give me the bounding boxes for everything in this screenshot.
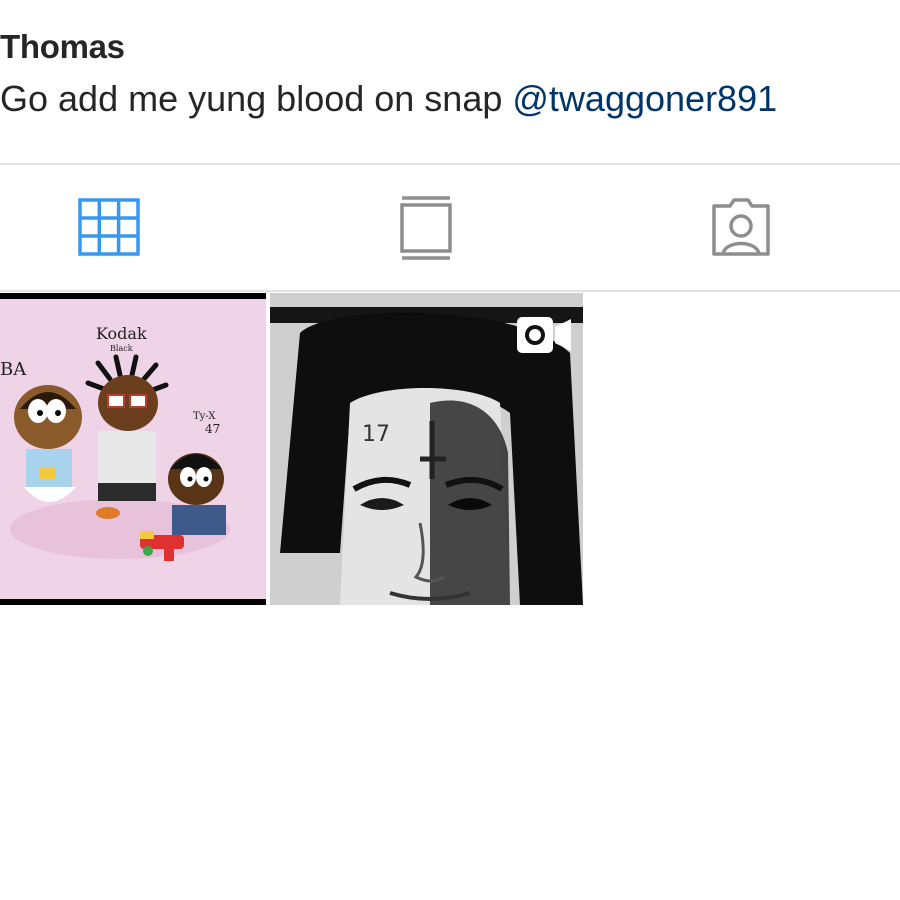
profile-bio: Go add me yung blood on snap @twaggoner8…	[0, 78, 777, 120]
profile-name: Thomas	[0, 28, 125, 65]
tab-grid[interactable]	[78, 190, 142, 266]
tab-feed[interactable]	[396, 190, 456, 266]
post-1-illustration: Kodak Black BA Ty-X 47	[0, 324, 230, 561]
kid-middle	[85, 354, 169, 519]
bio-text: Go add me yung blood on snap	[0, 78, 503, 119]
artwork-text-47: 47	[205, 422, 220, 436]
bio-mention-link[interactable]: @twaggoner891	[512, 78, 777, 119]
divider-bottom	[0, 290, 900, 292]
grid-icon	[78, 198, 140, 256]
artwork-text-ba: BA	[0, 359, 27, 380]
baby-left	[14, 385, 82, 502]
artwork-text-kodak: Kodak	[96, 324, 147, 343]
baby-right	[168, 453, 226, 535]
divider-top	[0, 163, 900, 165]
post-thumbnail-2[interactable]: 17	[270, 293, 583, 605]
tagged-icon	[712, 198, 770, 256]
artwork-text-black: Black	[110, 344, 133, 353]
post-thumbnail-1[interactable]: Kodak Black BA Ty-X 47	[0, 293, 266, 605]
svg-text:17: 17	[362, 422, 390, 447]
tab-tagged[interactable]	[708, 190, 774, 266]
artwork-text-tyx: Ty-X	[193, 411, 216, 422]
feed-icon	[400, 196, 452, 260]
video-camera-icon	[517, 317, 571, 353]
